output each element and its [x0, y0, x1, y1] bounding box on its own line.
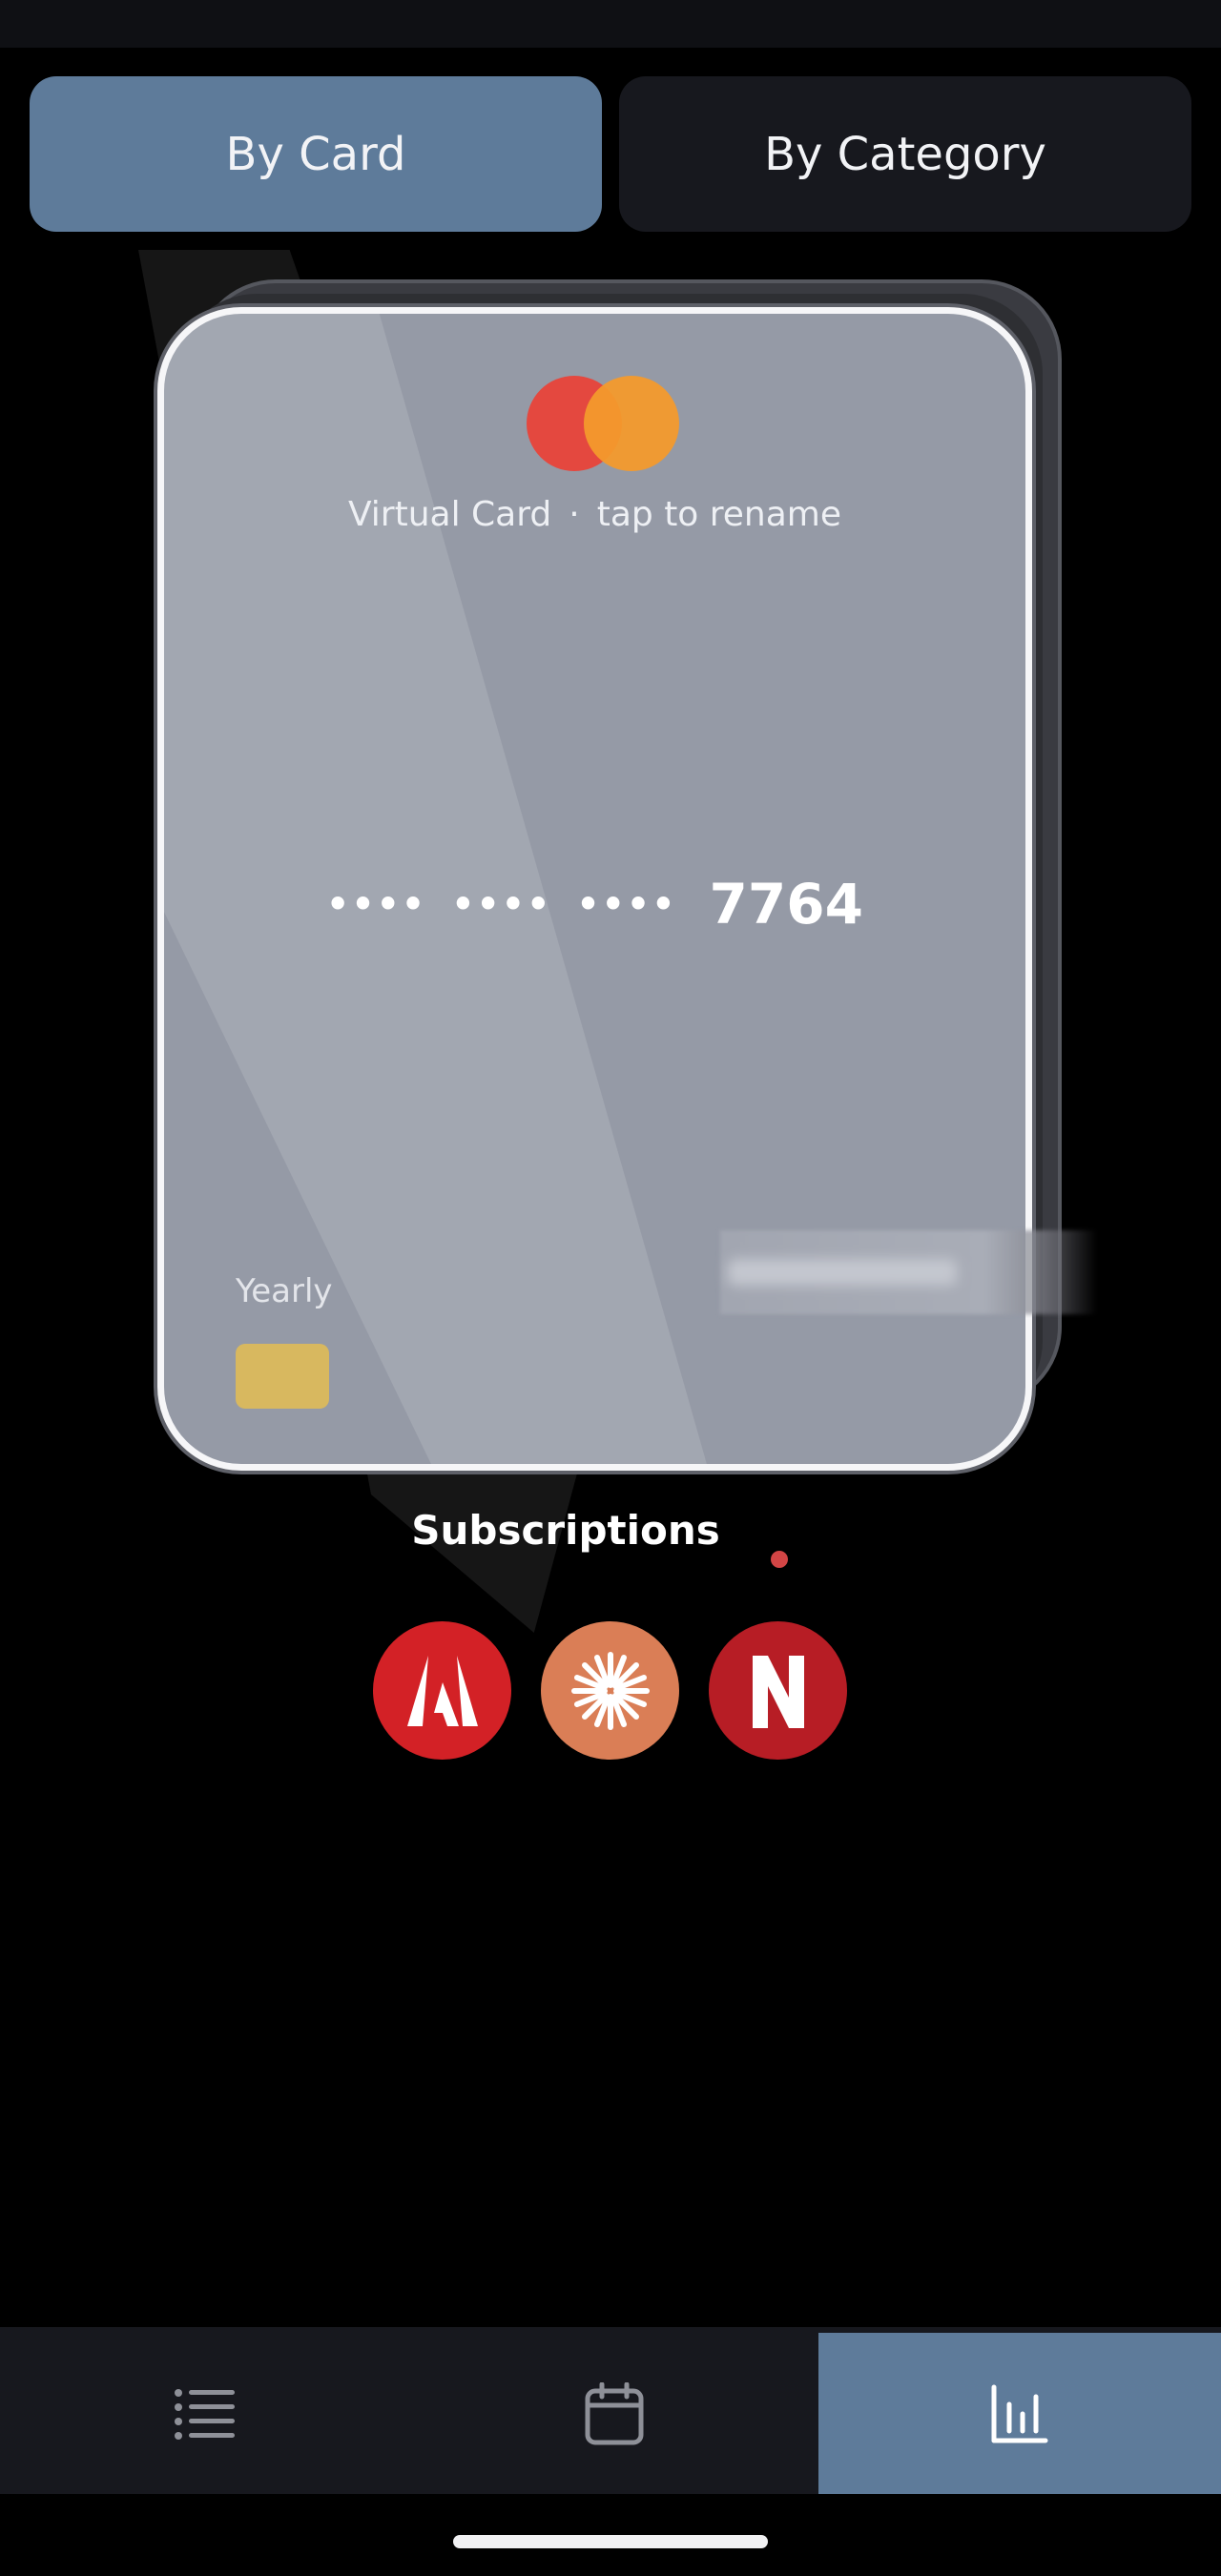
card-number: •••• •••• •••• 7764 — [164, 872, 1025, 937]
tab-by-card-label: By Card — [225, 127, 406, 181]
adobe-icon[interactable] — [373, 1621, 511, 1760]
card-last4: 7764 — [709, 872, 863, 937]
list-icon — [175, 2388, 235, 2440]
home-indicator[interactable] — [453, 2535, 768, 2548]
card-name: Virtual Card — [347, 495, 552, 534]
tab-by-category-label: By Category — [764, 127, 1046, 181]
billing-cycle-label: Yearly — [236, 1272, 333, 1310]
masked-group-3: •••• — [576, 883, 677, 925]
notification-dot — [771, 1551, 788, 1568]
nav-list[interactable] — [0, 2333, 410, 2494]
blurred-amount — [720, 1230, 1097, 1314]
bottom-nav — [0, 2327, 1221, 2494]
rename-hint: tap to rename — [596, 495, 842, 534]
bar-chart-icon — [991, 2384, 1048, 2442]
masked-group-2: •••• — [451, 883, 552, 925]
tab-by-category[interactable]: By Category — [619, 76, 1191, 232]
card-name-separator: · — [569, 495, 580, 534]
nav-calendar[interactable] — [410, 2333, 818, 2494]
calendar-icon — [585, 2381, 644, 2444]
status-bar — [0, 0, 1221, 48]
netflix-icon[interactable] — [709, 1621, 847, 1760]
nav-stats[interactable] — [818, 2333, 1221, 2494]
tab-by-card[interactable]: By Card — [30, 76, 602, 232]
card-name-label[interactable]: Virtual Card · tap to rename — [164, 495, 1025, 534]
masked-group-1: •••• — [326, 883, 427, 925]
claude-icon[interactable] — [541, 1621, 679, 1760]
card-chip-icon — [236, 1344, 329, 1409]
mastercard-logo-icon — [527, 376, 684, 471]
app-screen: By Card By Category Virtual Card · tap to … — [0, 0, 1221, 2576]
subscriptions-title: Subscriptions — [411, 1507, 720, 1554]
